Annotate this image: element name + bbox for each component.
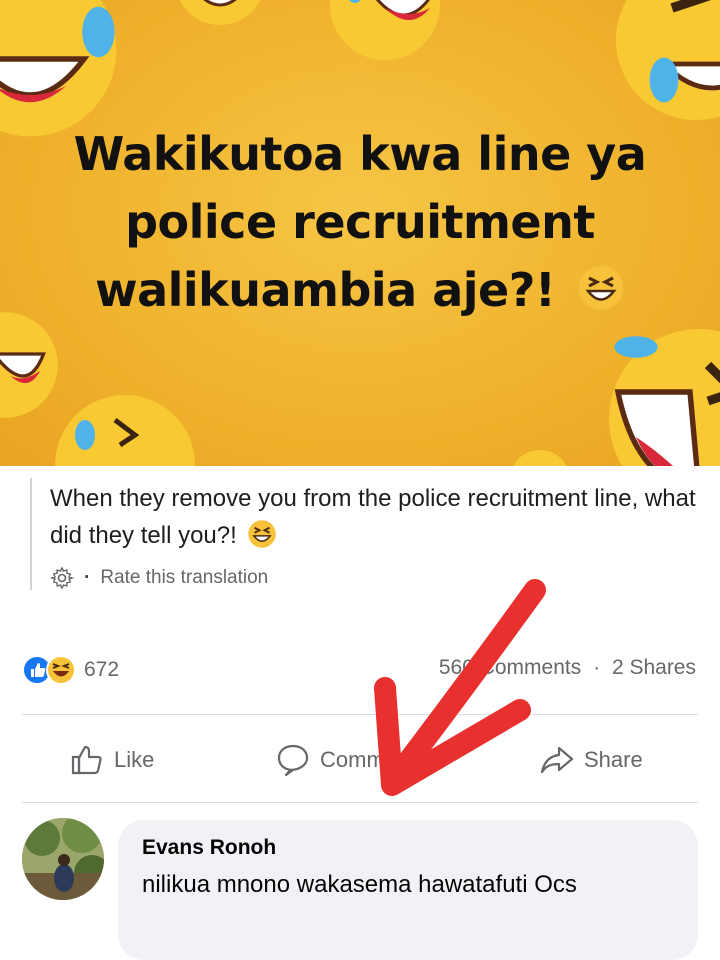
share-button[interactable]: Share xyxy=(540,745,643,775)
avatar[interactable] xyxy=(22,818,104,900)
laughing-emoji-icon xyxy=(616,0,720,120)
shares-count-link[interactable]: 2 Shares xyxy=(612,656,696,679)
post-image-title: Wakikutoa kwa line ya police recruitment… xyxy=(40,120,680,324)
title-line-3: walikuambia aje?! xyxy=(40,256,680,324)
comments-count-link[interactable]: 560 Comments xyxy=(439,656,581,679)
divider xyxy=(22,714,698,715)
title-line-1: Wakikutoa kwa line ya xyxy=(73,127,647,181)
haha-reaction-icon xyxy=(46,655,76,685)
laughing-emoji-icon xyxy=(55,395,195,466)
comment-button[interactable]: Comment xyxy=(276,743,415,777)
share-arrow-icon xyxy=(540,746,574,774)
engagement-separator: · xyxy=(593,656,601,679)
gear-icon[interactable] xyxy=(50,566,74,590)
comment-item: Evans Ronoh nilikua mnono wakasema hawat… xyxy=(22,818,720,960)
rate-translation-link[interactable]: Rate this translation xyxy=(100,567,268,589)
post-image[interactable]: Wakikutoa kwa line ya police recruitment… xyxy=(0,0,720,466)
translated-text: When they remove you from the police rec… xyxy=(50,485,696,549)
laughing-emoji-icon xyxy=(578,266,623,310)
rate-separator: · xyxy=(84,567,91,588)
laughing-emoji-icon xyxy=(179,0,261,25)
reaction-count: 672 xyxy=(84,658,120,681)
laughing-emoji-icon xyxy=(513,450,567,466)
share-label: Share xyxy=(584,747,643,772)
like-button[interactable]: Like xyxy=(70,744,154,776)
translation-block: When they remove you from the police rec… xyxy=(30,478,720,590)
comment-author[interactable]: Evans Ronoh xyxy=(142,836,674,860)
comment-bubble-icon xyxy=(277,744,309,777)
thumbs-up-icon xyxy=(71,745,102,775)
laughing-emoji-icon xyxy=(609,329,720,466)
laughing-emoji-icon xyxy=(330,0,440,60)
laughing-emoji-icon xyxy=(248,520,277,548)
title-line-2: police recruitment xyxy=(125,195,595,249)
like-label: Like xyxy=(114,747,155,772)
laughing-emoji-icon xyxy=(0,0,117,137)
comment-text: nilikua mnono wakasema hawatafuti Ocs xyxy=(142,871,577,898)
engagement-counts: 560 Comments · 2 Shares xyxy=(439,656,696,680)
avatar-photo xyxy=(22,818,104,900)
comment-label: Comment xyxy=(320,747,416,772)
divider xyxy=(22,802,698,803)
comment-bubble[interactable]: Evans Ronoh nilikua mnono wakasema hawat… xyxy=(118,820,698,960)
post-actions: Like Comment Share xyxy=(22,728,698,792)
rate-translation-row: · Rate this translation xyxy=(50,566,720,590)
